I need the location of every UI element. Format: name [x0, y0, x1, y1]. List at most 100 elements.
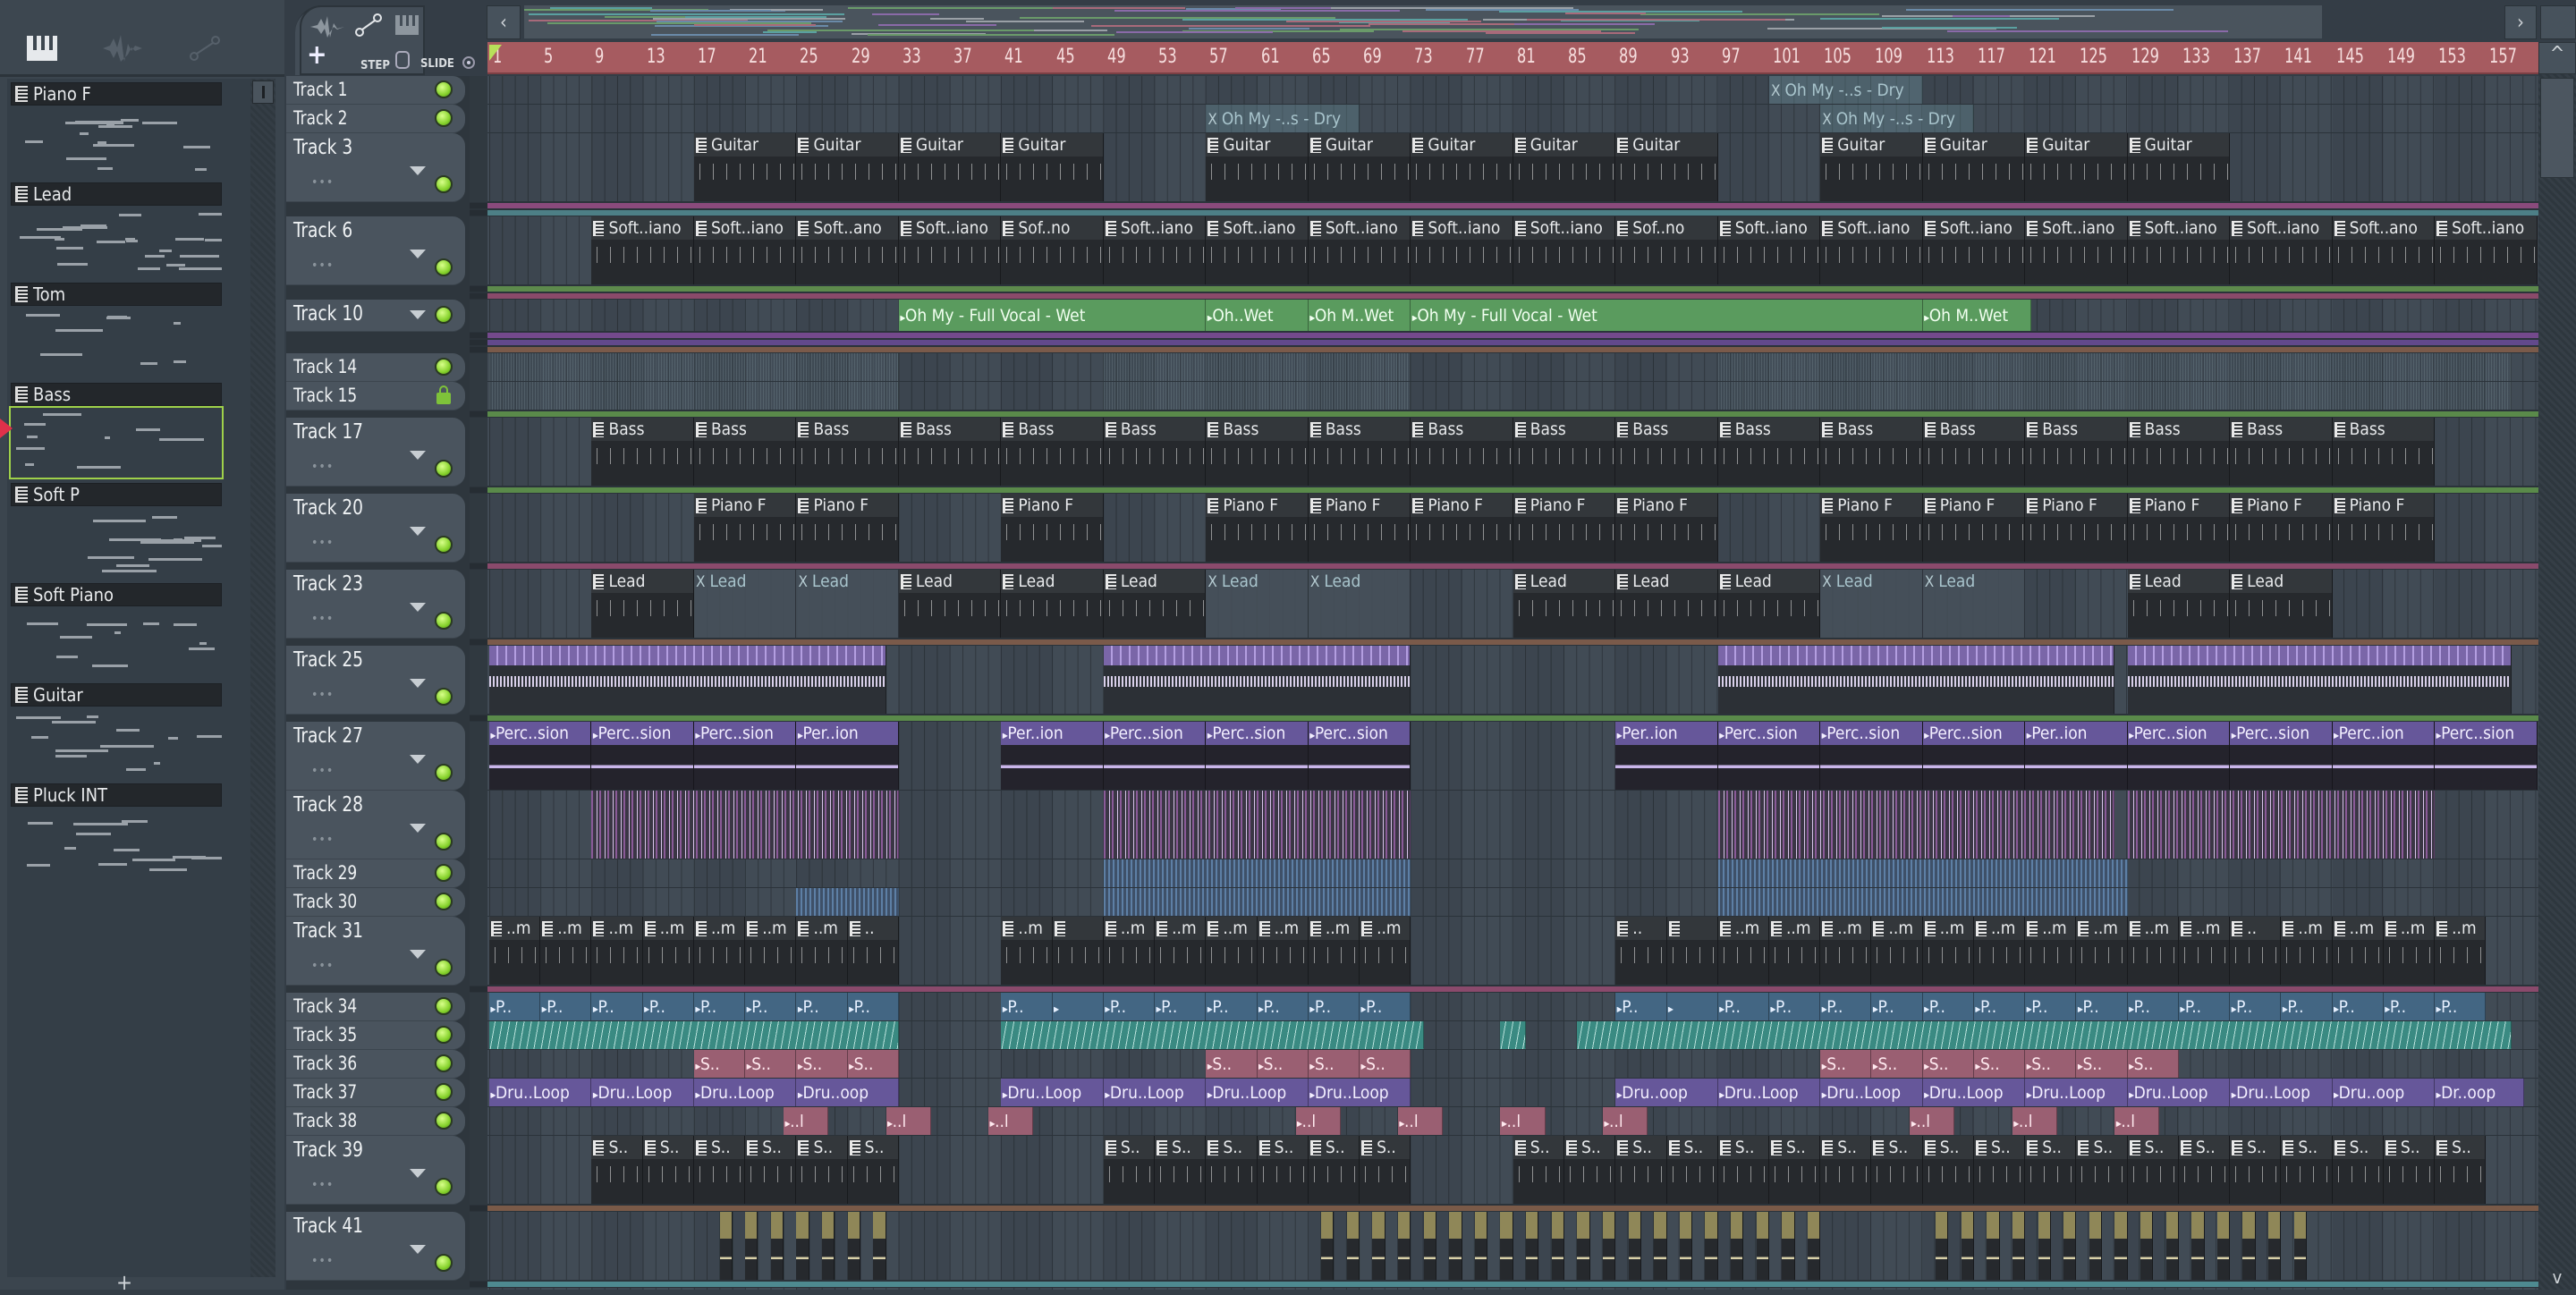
- track-23-lane[interactable]: LeadLeadLeadLeadLeadLeadLeadLeadLeadLead…: [487, 570, 2538, 639]
- playlist-clip[interactable]: [745, 1212, 758, 1280]
- playlist-clip[interactable]: Piano F: [693, 494, 797, 562]
- playlist-clip[interactable]: Piano F: [1615, 494, 1718, 562]
- playlist-clip[interactable]: P..: [1871, 993, 1923, 1020]
- playlist-clip[interactable]: P..: [1973, 993, 2026, 1020]
- playlist-clip[interactable]: P..: [2127, 993, 2179, 1020]
- playlist-clip[interactable]: Soft..iano: [1717, 216, 1821, 284]
- playlist-clip[interactable]: ..m: [1922, 917, 1974, 985]
- playlist-clip[interactable]: ..m: [2178, 917, 2231, 985]
- collapsed-track-strip[interactable]: [487, 209, 2538, 216]
- chevron-down-icon[interactable]: [410, 527, 426, 536]
- chevron-down-icon[interactable]: [410, 310, 426, 319]
- chevron-down-icon[interactable]: [410, 679, 426, 688]
- playlist-clip[interactable]: [2216, 1212, 2231, 1280]
- playlist-clip[interactable]: Piano F: [1001, 494, 1104, 562]
- playlist-clip[interactable]: [1052, 993, 1104, 1020]
- playlist-clip[interactable]: P..: [1257, 993, 1309, 1020]
- track-enable-led[interactable]: [435, 1254, 453, 1272]
- playlist-clip[interactable]: S..: [2178, 1136, 2231, 1204]
- automation-clip-icon[interactable]: [182, 30, 227, 66]
- playlist-clip[interactable]: Guitar: [1206, 133, 1309, 201]
- playlist-clip[interactable]: ..m: [1717, 917, 1769, 985]
- playlist-clip[interactable]: Dr..oop: [2435, 1079, 2525, 1106]
- playlist-clip[interactable]: Soft..iano: [1206, 216, 1309, 284]
- track-enable-led[interactable]: [435, 688, 453, 706]
- playlist-clip[interactable]: ..m: [1001, 917, 1053, 985]
- playlist-clip[interactable]: ..m: [2332, 917, 2384, 985]
- playlist-clip[interactable]: ..l: [886, 1107, 931, 1135]
- playlist-clip[interactable]: P..: [1615, 993, 1667, 1020]
- collapsed-track-strip[interactable]: [487, 715, 2538, 722]
- piano-roll-icon[interactable]: [20, 30, 64, 66]
- playlist-clip[interactable]: Bass: [1513, 418, 1616, 486]
- playlist-clip[interactable]: S..: [2025, 1050, 2077, 1078]
- playlist-clip[interactable]: S..: [847, 1136, 899, 1204]
- playlist-clip[interactable]: [2012, 1212, 2026, 1280]
- playlist-clip[interactable]: Soft..iano: [2127, 216, 2231, 284]
- playlist-clip[interactable]: S..: [1871, 1050, 1923, 1078]
- playlist-clip[interactable]: S..: [847, 1050, 899, 1078]
- audio-icon[interactable]: [310, 16, 344, 42]
- playlist-clip[interactable]: [1052, 917, 1104, 985]
- playlist-clip[interactable]: Perc..sion: [1717, 722, 1821, 790]
- playlist-clip[interactable]: [1103, 791, 1411, 859]
- playlist-clip[interactable]: [1449, 1212, 1462, 1280]
- track-27-header[interactable]: Track 27 •••: [286, 722, 465, 791]
- playlist-clip[interactable]: P..: [540, 993, 592, 1020]
- playlist-clip[interactable]: Sof..no: [1001, 216, 1104, 284]
- playlist-clip[interactable]: [822, 1212, 835, 1280]
- collapsed-track-strip[interactable]: [487, 1281, 2538, 1288]
- playlist-clip[interactable]: Lead: [1308, 570, 1411, 638]
- track-37-lane[interactable]: Dru..Loop Dru..Loop Dru..Loop Dru..oop Dru..…: [487, 1079, 2538, 1107]
- playlist-clip[interactable]: ..m: [1820, 917, 1872, 985]
- track-34-lane[interactable]: P.. P.. P.. P.. P.. P.. P.. P.. P.. P.. P.. P.. P.. P…: [487, 993, 2538, 1021]
- playlist-clip[interactable]: Sof..no: [1615, 216, 1718, 284]
- playlist-clip[interactable]: S..: [796, 1136, 848, 1204]
- playlist-clip[interactable]: Piano F: [2332, 494, 2436, 562]
- playlist-clip[interactable]: Soft..iano: [1308, 216, 1411, 284]
- playlist-clip[interactable]: Dru..Loop: [1717, 1079, 1821, 1106]
- playlist-clip[interactable]: Perc..sion: [1206, 722, 1309, 790]
- track-enable-led[interactable]: [435, 460, 453, 478]
- playlist-clip[interactable]: S..: [2332, 1136, 2384, 1204]
- track-27-lane[interactable]: Perc..sion Perc..sion Perc..sion Per..ion Pe…: [487, 722, 2538, 791]
- playlist-clip[interactable]: S..: [1820, 1050, 1872, 1078]
- playlist-clip[interactable]: P..: [745, 993, 797, 1020]
- playlist-clip[interactable]: Bass: [1206, 418, 1309, 486]
- playlist-clip[interactable]: [1717, 859, 2128, 887]
- playlist-clip[interactable]: ..m: [2383, 917, 2436, 985]
- track-enable-led[interactable]: [435, 1178, 453, 1196]
- playlist-clip[interactable]: ..m: [796, 917, 848, 985]
- playlist-clip[interactable]: Perc..sion: [2127, 722, 2231, 790]
- playlist-clip[interactable]: S..: [1155, 1136, 1207, 1204]
- playlist-clip[interactable]: P..: [1308, 993, 1360, 1020]
- picker-item-lead[interactable]: Lead: [11, 182, 222, 279]
- playlist-clip[interactable]: P..: [1820, 993, 1872, 1020]
- playlist-clip[interactable]: Guitar: [1411, 133, 1513, 201]
- playlist-clip[interactable]: ..m: [642, 917, 694, 985]
- playlist-clip[interactable]: Dru..Loop: [693, 1079, 797, 1106]
- playlist-clip[interactable]: Lead: [2230, 570, 2333, 638]
- picker-item-header[interactable]: Pluck INT: [11, 783, 222, 807]
- playlist-clip[interactable]: Bass: [2025, 418, 2128, 486]
- playlist-clip[interactable]: Perc..sion: [591, 722, 694, 790]
- track-29-header[interactable]: Track 29: [286, 859, 465, 888]
- playlist-clip[interactable]: Lead: [693, 570, 797, 638]
- playlist-clip[interactable]: ..l: [1602, 1107, 1648, 1135]
- playlist-clip[interactable]: [1717, 382, 2512, 410]
- track-25-header[interactable]: Track 25 •••: [286, 646, 465, 715]
- playlist-clip[interactable]: Dru..oop: [1615, 1079, 1718, 1106]
- playlist-clip[interactable]: ..m: [2281, 917, 2333, 985]
- playlist-clip[interactable]: [591, 791, 899, 859]
- picker-item-soft-piano[interactable]: Soft Piano: [11, 583, 222, 680]
- track-38-header[interactable]: Track 38: [286, 1107, 465, 1136]
- track-31-lane[interactable]: ..m ..m ..m ..m ..m ..m ..m.. ..m ..m ..m ..m ..m..…: [487, 917, 2538, 986]
- playlist-clip[interactable]: [1500, 1212, 1513, 1280]
- playlist-clip[interactable]: Guitar: [898, 133, 1002, 201]
- playlist-clip[interactable]: S..: [1513, 1136, 1565, 1204]
- playlist-clip[interactable]: Perc..sion: [1922, 722, 2026, 790]
- playlist-clip[interactable]: [1103, 859, 1411, 887]
- playlist-clip[interactable]: Perc..sion: [489, 722, 592, 790]
- playlist-clip[interactable]: P..: [2230, 993, 2282, 1020]
- playlist-clip[interactable]: ..m: [1871, 917, 1923, 985]
